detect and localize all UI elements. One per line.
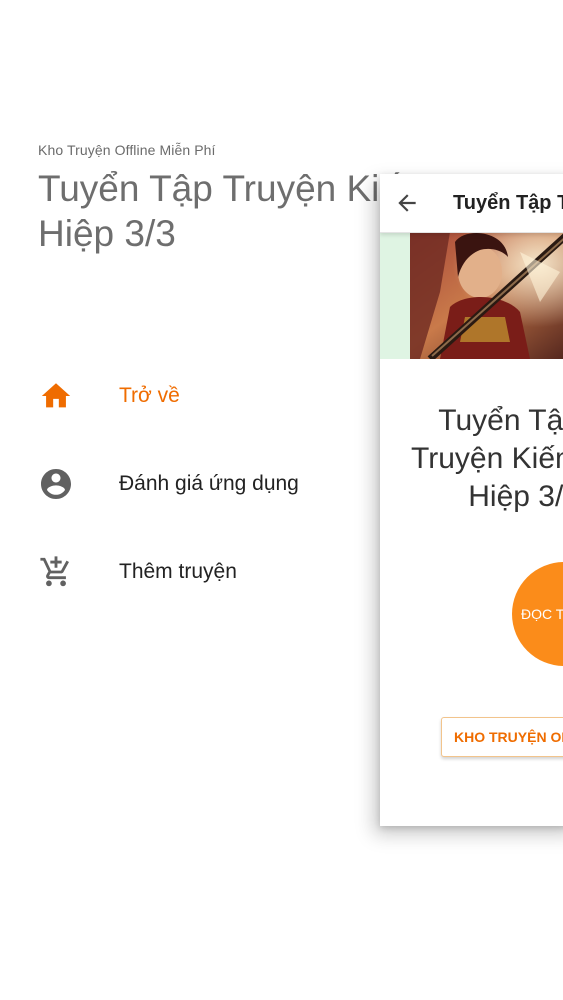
app-name: Kho Truyện Offline Miễn Phí: [38, 142, 216, 158]
book-title-line: Hiệp 3/3: [468, 480, 563, 513]
read-story-button[interactable]: ĐỌC TRUYỆN: [512, 562, 563, 666]
home-icon: [38, 378, 74, 414]
account-circle-icon: [38, 466, 74, 502]
book-title: Tuyển Tập Truyện Kiếm Hiệp 3/3: [380, 402, 563, 516]
book-title-line: Tuyển Tập: [438, 404, 563, 437]
cover-band: [380, 232, 563, 359]
menu-item-rate-app[interactable]: Đánh giá ứng dụng: [0, 440, 380, 528]
appbar-title: Tuyển Tập Truyện Kiếm Hiệp 3/3: [453, 192, 563, 214]
app-bar: Tuyển Tập Truyện Kiếm Hiệp 3/3: [380, 174, 563, 233]
drawer-menu: Trở về Đánh giá ứng dụng Thêm truyện: [0, 352, 380, 616]
menu-item-label: Thêm truyện: [119, 560, 237, 583]
main-screen-preview[interactable]: Tuyển Tập Truyện Kiếm Hiệp 3/3: [380, 174, 563, 826]
add-shopping-cart-icon: [38, 554, 74, 590]
app-screen: Kho Truyện Offline Miễn Phí Tuyển Tập Tr…: [0, 0, 563, 1000]
menu-item-label: Trở về: [119, 384, 180, 407]
offline-store-button[interactable]: KHO TRUYỆN OFFLINE: [441, 717, 563, 757]
back-arrow-icon[interactable]: [394, 190, 420, 216]
menu-item-add-story[interactable]: Thêm truyện: [0, 528, 380, 616]
book-title-line: Truyện Kiếm: [411, 442, 563, 475]
menu-item-back[interactable]: Trở về: [0, 352, 380, 440]
menu-item-label: Đánh giá ứng dụng: [119, 472, 299, 495]
book-cover-image: [410, 232, 563, 359]
